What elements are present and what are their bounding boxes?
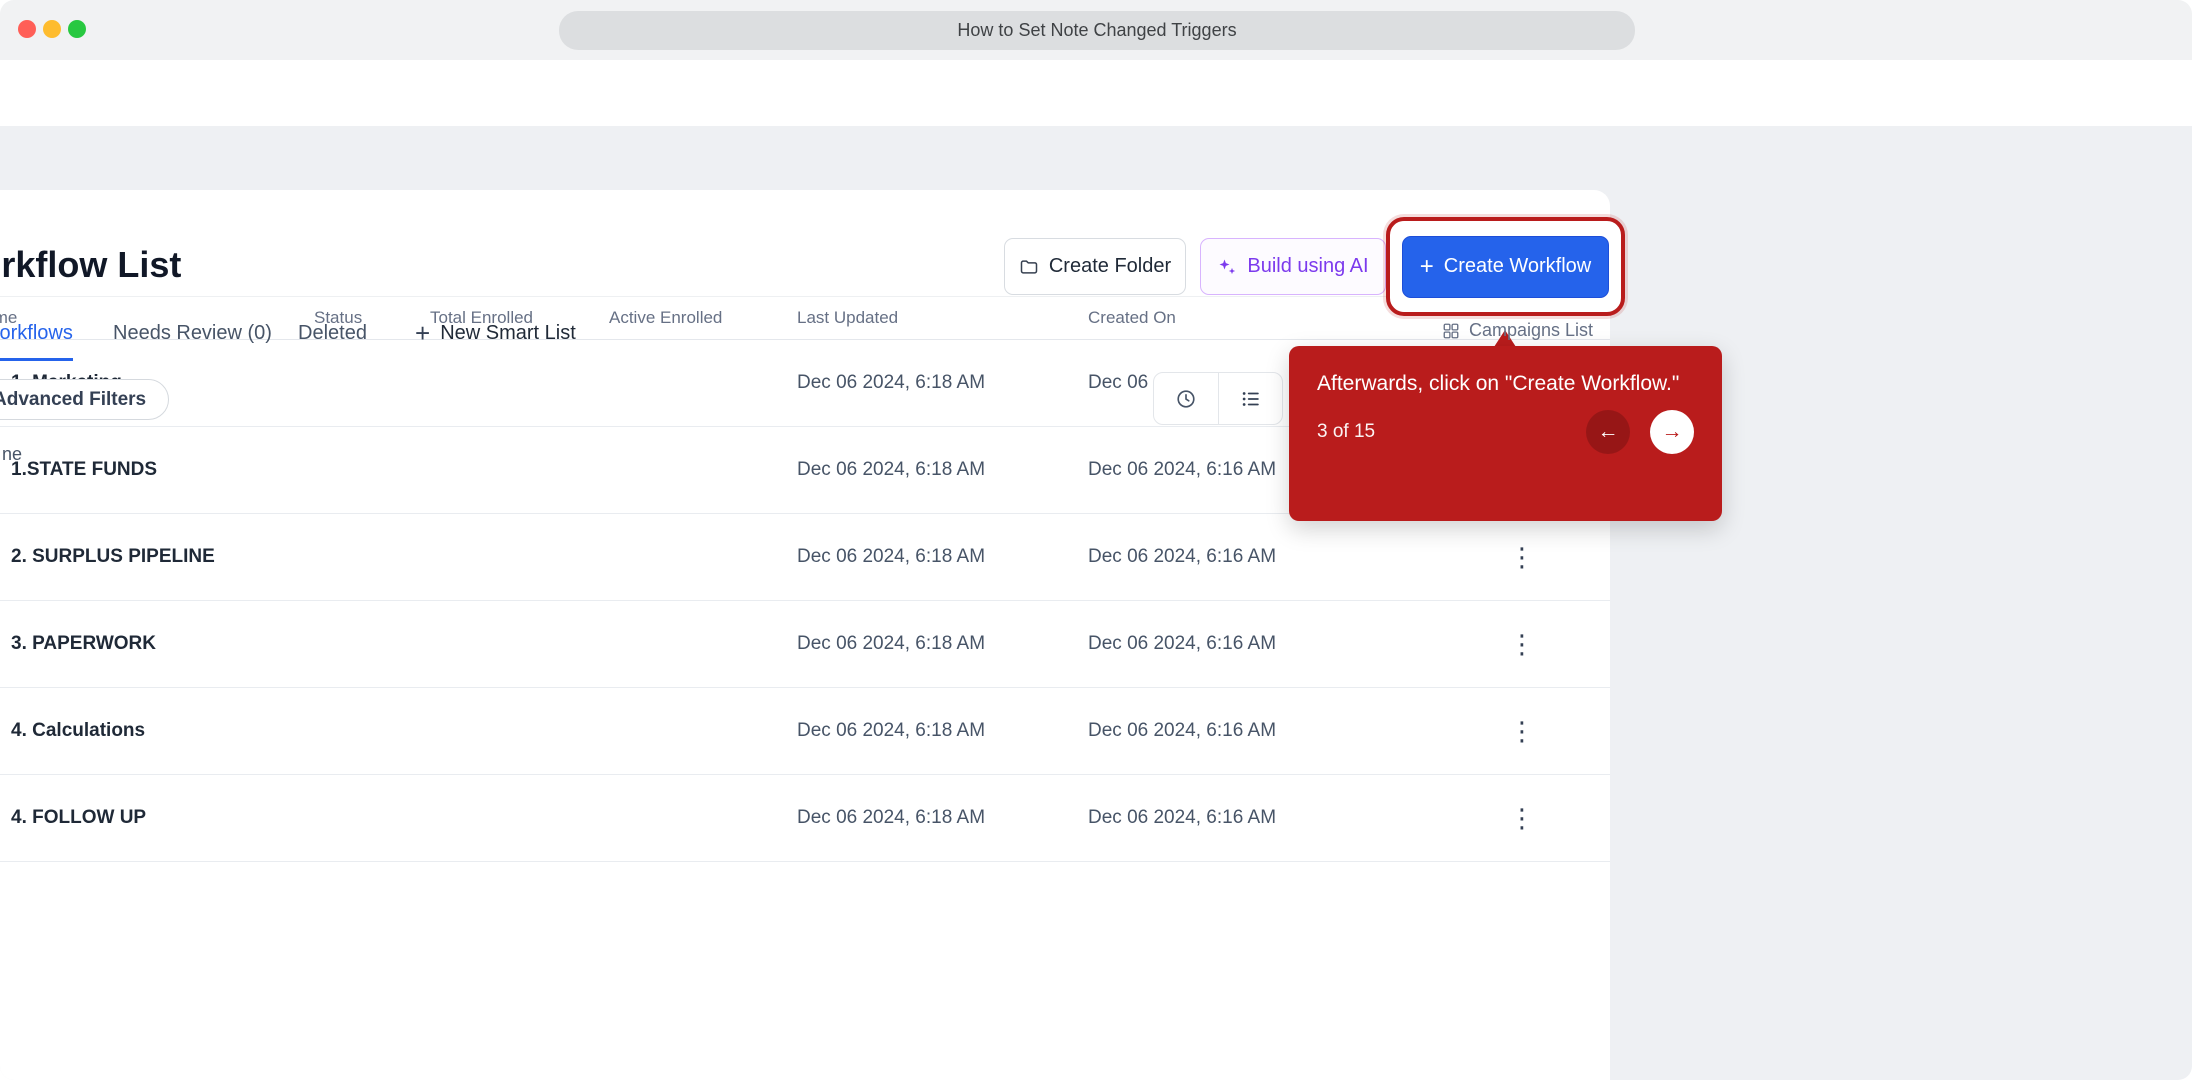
folder-icon [1019,257,1039,277]
app-header: KC [0,60,2192,126]
column-header-created-on: Created On [1088,308,1434,328]
tooltip-prev-button[interactable]: ← [1586,410,1630,454]
advanced-filters-button[interactable]: Advanced Filters [0,379,169,420]
last-updated-value: Dec 06 2024, 6:18 AM [797,720,1088,742]
created-on-value: Dec 06 2024, 6:16 AM [1088,807,1434,829]
last-updated-value: Dec 06 2024, 6:18 AM [797,546,1088,568]
close-window-button[interactable] [18,20,36,38]
new-smart-list-label: New Smart List [440,322,576,345]
last-updated-value: Dec 06 2024, 6:18 AM [797,633,1088,655]
table-row[interactable]: 3. PAPERWORK Dec 06 2024, 6:18 AM Dec 06… [0,601,1610,688]
campaigns-list-link[interactable]: Campaigns List [1442,320,1593,341]
last-updated-value: Dec 06 2024, 6:18 AM [797,372,1088,394]
tutorial-highlight-ring: + Create Workflow [1386,217,1625,316]
create-workflow-button[interactable]: + Create Workflow [1402,236,1609,298]
build-using-ai-label: Build using AI [1247,255,1368,278]
workflow-name: 1.STATE FUNDS [11,459,314,481]
created-on-value: Dec 06 2024, 6:16 AM [1088,546,1434,568]
row-menu-icon[interactable]: ⋮ [1499,714,1545,748]
sparkle-wand-icon [1217,257,1237,277]
plus-icon: + [1420,255,1434,279]
tooltip-step-counter: 3 of 15 [1317,421,1375,443]
list-icon [1240,388,1262,410]
create-folder-label: Create Folder [1049,255,1171,278]
tab-deleted[interactable]: Deleted [298,322,367,361]
plus-icon: + [415,320,430,346]
tooltip-next-button[interactable]: → [1650,410,1694,454]
workflow-name: 4. FOLLOW UP [11,807,314,829]
created-on-value: Dec 06 2024, 6:16 AM [1088,633,1434,655]
table-row[interactable]: 4. FOLLOW UP Dec 06 2024, 6:18 AM Dec 06… [0,775,1610,862]
minimize-window-button[interactable] [43,20,61,38]
row-menu-icon[interactable]: ⋮ [1499,801,1545,835]
tooltip-text: Afterwards, click on "Create Workflow." [1317,370,1694,398]
column-header-active-enrolled: Active Enrolled [609,308,797,328]
titlebar: How to Set Note Changed Triggers [0,0,2192,60]
zoom-window-button[interactable] [68,20,86,38]
tab-workflows[interactable]: Workflows [0,322,73,361]
create-folder-button[interactable]: Create Folder [1004,238,1186,295]
tutorial-tooltip: Afterwards, click on "Create Workflow." … [1289,346,1722,521]
build-using-ai-button[interactable]: Build using AI [1200,238,1386,295]
clock-icon [1175,388,1197,410]
window-title: How to Set Note Changed Triggers [559,11,1635,50]
workflow-name: 4. Calculations [11,720,314,742]
workflow-name: 3. PAPERWORK [11,633,314,655]
last-updated-value: Dec 06 2024, 6:18 AM [797,807,1088,829]
tab-needs-review[interactable]: Needs Review (0) [113,322,272,361]
workflow-name: 2. SURPLUS PIPELINE [11,546,314,568]
row-menu-icon[interactable]: ⋮ [1499,540,1545,574]
list-view-button[interactable] [1218,373,1282,424]
macos-window: How to Set Note Changed Triggers KC Work… [0,0,2192,1080]
arrow-right-icon: → [1662,420,1683,444]
campaigns-list-label: Campaigns List [1469,320,1593,341]
clipped-text: ne [2,444,22,465]
created-on-value: Dec 06 2024, 6:16 AM [1088,720,1434,742]
row-menu-icon[interactable]: ⋮ [1499,627,1545,661]
table-row[interactable]: 4. Calculations Dec 06 2024, 6:18 AM Dec… [0,688,1610,775]
create-workflow-label: Create Workflow [1444,255,1591,278]
view-toggle-group [1153,372,1283,425]
arrow-left-icon: ← [1598,420,1619,444]
last-updated-value: Dec 06 2024, 6:18 AM [797,459,1088,481]
column-header-last-updated: Last Updated [797,308,1088,328]
grid-icon [1442,322,1460,340]
history-view-button[interactable] [1154,373,1218,424]
page-title: Workflow List [0,244,181,286]
new-smart-list-button[interactable]: + New Smart List [415,320,576,346]
table-row[interactable]: 2. SURPLUS PIPELINE Dec 06 2024, 6:18 AM… [0,514,1610,601]
